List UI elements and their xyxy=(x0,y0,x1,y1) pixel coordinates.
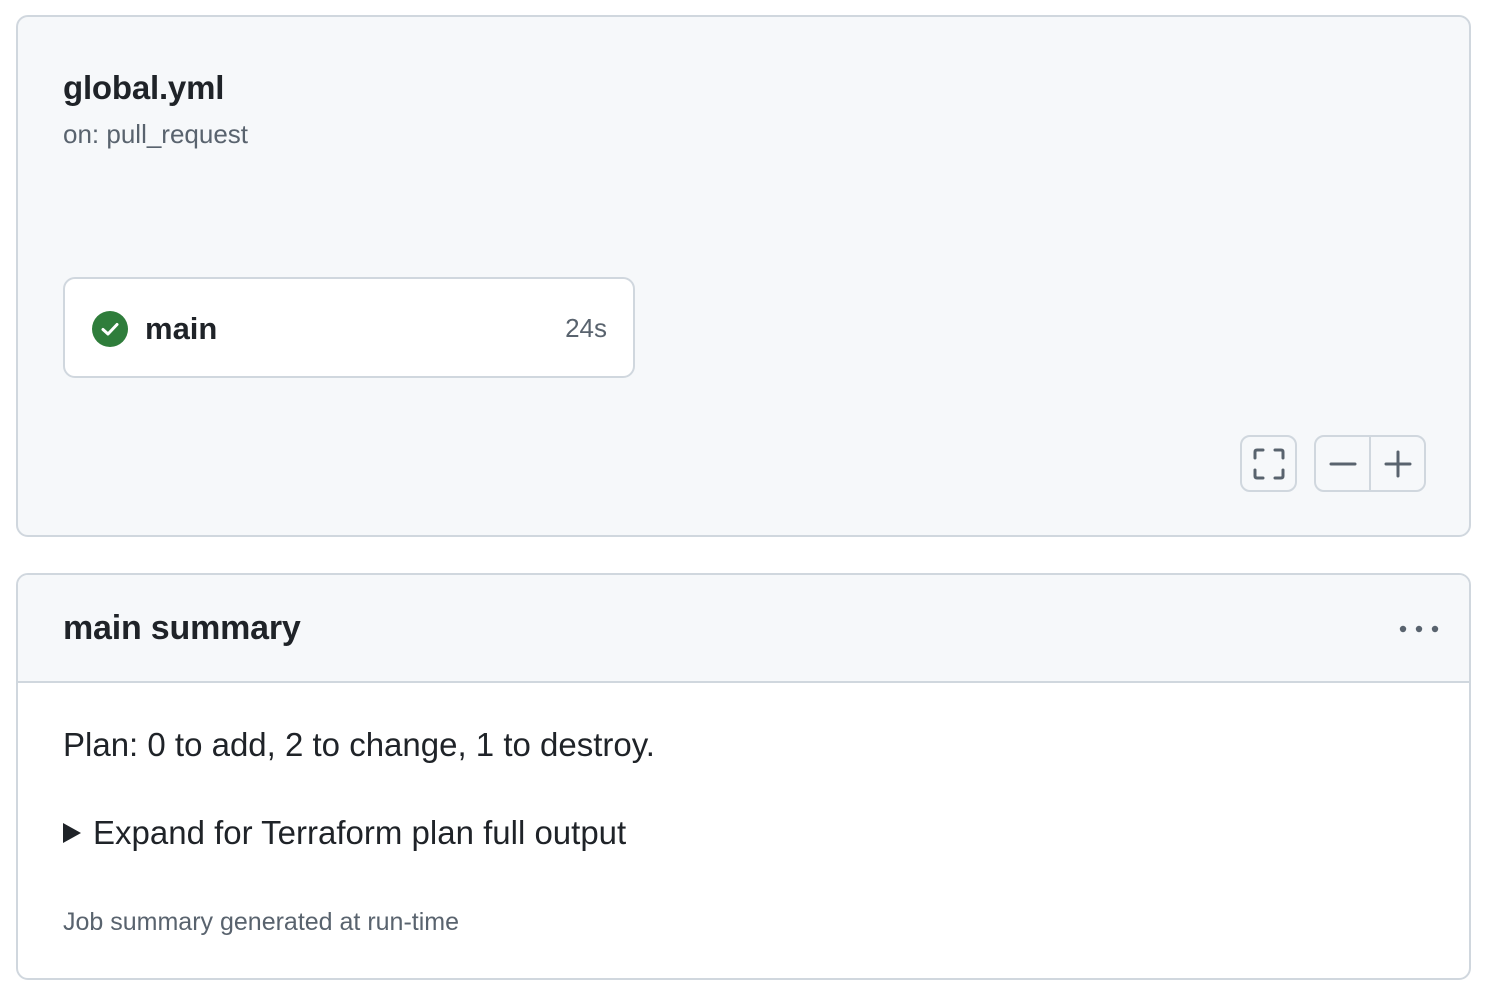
job-duration: 24s xyxy=(565,313,607,343)
job-node-main[interactable]: main 24s xyxy=(63,277,635,378)
summary-menu-button[interactable] xyxy=(1397,611,1441,647)
summary-header: main summary xyxy=(18,575,1469,683)
plus-icon xyxy=(1384,450,1411,477)
zoom-controls xyxy=(1314,435,1426,492)
kebab-horizontal-icon xyxy=(1399,625,1439,633)
summary-footer-note: Job summary generated at run-time xyxy=(63,908,460,936)
plan-output-disclosure[interactable]: Expand for Terraform plan full output xyxy=(63,814,626,852)
fullscreen-icon xyxy=(1253,448,1284,479)
disclosure-label: Expand for Terraform plan full output xyxy=(93,814,627,851)
disclosure-triangle-icon xyxy=(63,823,81,843)
workflow-graph-card: global.yml on: pull_request main 24s xyxy=(16,15,1471,537)
zoom-in-button[interactable] xyxy=(1369,437,1424,490)
zoom-out-button[interactable] xyxy=(1316,437,1369,490)
summary-title: main summary xyxy=(63,609,301,647)
job-name: main xyxy=(145,311,218,346)
fullscreen-button[interactable] xyxy=(1240,435,1297,492)
workflow-trigger: on: pull_request xyxy=(63,119,249,149)
workflow-file-title[interactable]: global.yml xyxy=(63,69,224,107)
plan-result-text: Plan: 0 to add, 2 to change, 1 to destro… xyxy=(63,726,655,763)
minus-icon xyxy=(1329,462,1356,465)
job-summary-card: main summary Plan: 0 to add, 2 to change… xyxy=(16,573,1471,980)
check-circle-icon xyxy=(92,311,128,347)
